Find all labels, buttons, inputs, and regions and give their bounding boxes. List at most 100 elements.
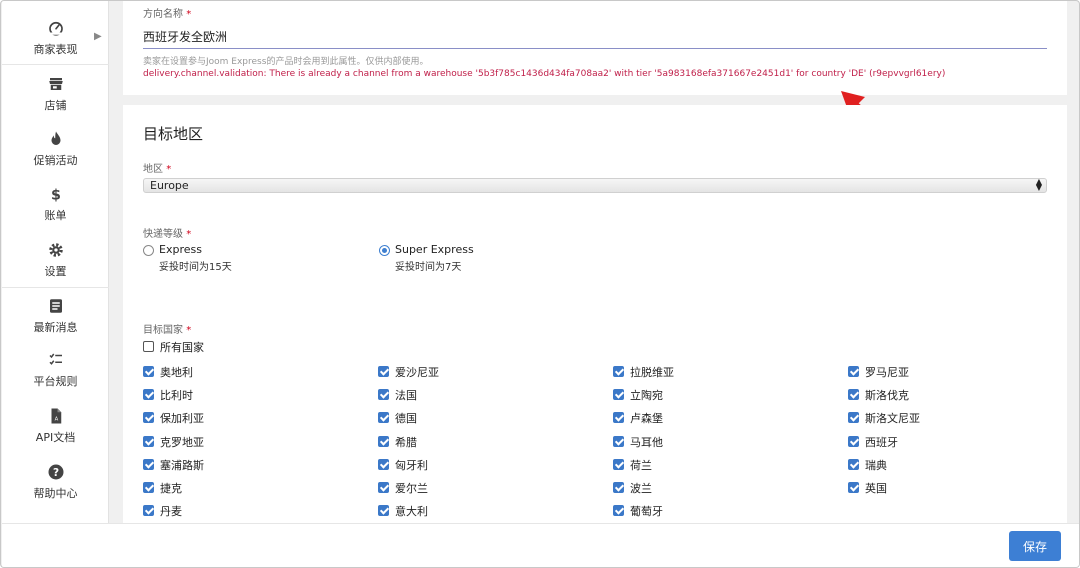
tier-name: Express	[159, 243, 202, 256]
country-label: 爱尔兰	[395, 482, 428, 495]
country-label: 奥地利	[160, 366, 193, 379]
country-label: 法国	[395, 389, 417, 402]
sidebar-item-help-center[interactable]: ? 帮助中心	[2, 463, 109, 501]
sidebar-item-label: 帮助中心	[33, 487, 78, 500]
country-checkbox[interactable]	[848, 412, 859, 423]
direction-name-label: 方向名称 *	[143, 9, 192, 20]
region-select[interactable]: Europe ▲ ▼	[143, 178, 1047, 193]
section-title: 目标地区	[143, 125, 204, 143]
country-label: 斯洛伐克	[865, 389, 909, 402]
country-checkbox[interactable]	[613, 436, 624, 447]
country-label: 斯洛文尼亚	[865, 412, 920, 425]
countries-label: 目标国家 *	[143, 325, 192, 336]
country-label: 塞浦路斯	[160, 459, 204, 472]
chevron-right-icon: ▶	[94, 31, 102, 42]
save-button[interactable]: 保存	[1009, 531, 1061, 561]
country-label: 匈牙利	[395, 459, 428, 472]
country-label: 克罗地亚	[160, 436, 204, 449]
country-label: 爱沙尼亚	[395, 366, 439, 379]
direction-name-input[interactable]	[143, 25, 1047, 49]
country-checkbox[interactable]	[143, 505, 154, 516]
sidebar-item-api-docs[interactable]: A API文档	[2, 407, 109, 445]
sidebar-item-platform-rules[interactable]: 平台规则	[2, 351, 109, 389]
country-checkbox[interactable]	[848, 482, 859, 493]
country-label: 捷克	[160, 482, 182, 495]
country-checkbox[interactable]	[613, 366, 624, 377]
country-label: 葡萄牙	[630, 505, 663, 518]
divider	[2, 64, 109, 65]
country-checkbox[interactable]	[143, 436, 154, 447]
sidebar-item-label: API文档	[35, 431, 76, 444]
country-label: 拉脱维亚	[630, 366, 674, 379]
sidebar-item-billing[interactable]: $ 账单	[2, 185, 109, 223]
country-label: 比利时	[160, 389, 193, 402]
country-checkbox[interactable]	[378, 412, 389, 423]
country-checkbox[interactable]	[848, 436, 859, 447]
country-checkbox[interactable]	[378, 366, 389, 377]
tier-label: 快递等级 *	[143, 229, 192, 240]
sidebar-item-label: 最新消息	[33, 321, 78, 334]
country-checkbox[interactable]	[378, 459, 389, 470]
country-checkbox[interactable]	[613, 389, 624, 400]
country-checkbox[interactable]	[143, 389, 154, 400]
tier-option-express[interactable]: Express 妥投时间为15天	[143, 243, 343, 273]
country-checkbox[interactable]	[143, 412, 154, 423]
country-label: 西班牙	[865, 436, 898, 449]
country-checkbox[interactable]	[848, 389, 859, 400]
country-checkbox[interactable]	[613, 412, 624, 423]
svg-text:?: ?	[52, 467, 58, 479]
radio-button[interactable]	[143, 245, 154, 256]
country-checkbox[interactable]	[613, 482, 624, 493]
radio-button[interactable]	[379, 245, 390, 256]
region-selected-value: Europe	[150, 179, 189, 192]
country-label: 卢森堡	[630, 412, 663, 425]
country-checkbox[interactable]	[143, 459, 154, 470]
region-label: 地区 *	[143, 164, 172, 175]
country-checkbox[interactable]	[143, 366, 154, 377]
tier-option-super-express[interactable]: Super Express 妥投时间为7天	[379, 243, 579, 273]
sidebar: 商家表现 ▶ 店铺 促销活动 $ 账单 设置 最新消息 平台规则 A API文档…	[2, 1, 109, 523]
target-region-card: 目标地区 地区 * Europe ▲ ▼ 快递等级 * Express 妥投时间为…	[123, 105, 1067, 525]
country-label: 立陶宛	[630, 389, 663, 402]
country-checkbox[interactable]	[848, 459, 859, 470]
sidebar-item-label: 店铺	[44, 99, 67, 112]
sidebar-item-news[interactable]: 最新消息	[2, 297, 109, 335]
direction-card: 方向名称 * 卖家在设置参与Joom Express的产品时会用到此属性。仅供内…	[123, 1, 1067, 95]
sidebar-item-promotions[interactable]: 促销活动	[2, 130, 109, 168]
app-window: 商家表现 ▶ 店铺 促销活动 $ 账单 设置 最新消息 平台规则 A API文档…	[0, 0, 1080, 568]
tier-delivery-time: 妥投时间为7天	[395, 262, 462, 273]
store-icon	[2, 75, 109, 95]
document-icon	[2, 297, 109, 317]
country-checkbox[interactable]	[848, 366, 859, 377]
country-checkbox[interactable]	[378, 482, 389, 493]
country-checkbox[interactable]	[378, 436, 389, 447]
country-checkbox[interactable]	[613, 505, 624, 516]
country-checkbox[interactable]	[143, 482, 154, 493]
checklist-icon	[2, 351, 109, 371]
checkbox-all-countries[interactable]	[143, 341, 154, 352]
country-label: 保加利亚	[160, 412, 204, 425]
footer-bar	[2, 523, 1079, 567]
country-label: 希腊	[395, 436, 417, 449]
all-countries-label: 所有国家	[160, 341, 204, 354]
country-checkbox[interactable]	[613, 459, 624, 470]
gear-icon	[2, 241, 109, 261]
help-icon: ?	[2, 463, 109, 483]
tier-delivery-time: 妥投时间为15天	[159, 262, 232, 273]
country-checkbox[interactable]	[378, 505, 389, 516]
sidebar-item-merchant-performance[interactable]: 商家表现	[2, 19, 109, 57]
speedometer-icon	[2, 19, 109, 39]
country-label: 荷兰	[630, 459, 652, 472]
sidebar-item-settings[interactable]: 设置	[2, 241, 109, 279]
sidebar-item-label: 商家表现	[33, 43, 78, 56]
tier-name: Super Express	[395, 243, 474, 256]
flame-icon	[2, 130, 109, 150]
country-checkbox[interactable]	[378, 389, 389, 400]
direction-help-text: 卖家在设置参与Joom Express的产品时会用到此属性。仅供内部使用。	[143, 57, 429, 67]
sidebar-item-label: 促销活动	[33, 154, 78, 167]
sidebar-item-store[interactable]: 店铺	[2, 75, 109, 113]
svg-text:A: A	[54, 417, 58, 423]
validation-error-message: delivery.channel.validation: There is al…	[143, 69, 946, 79]
country-label: 瑞典	[865, 459, 887, 472]
sidebar-item-label: 平台规则	[33, 375, 78, 388]
